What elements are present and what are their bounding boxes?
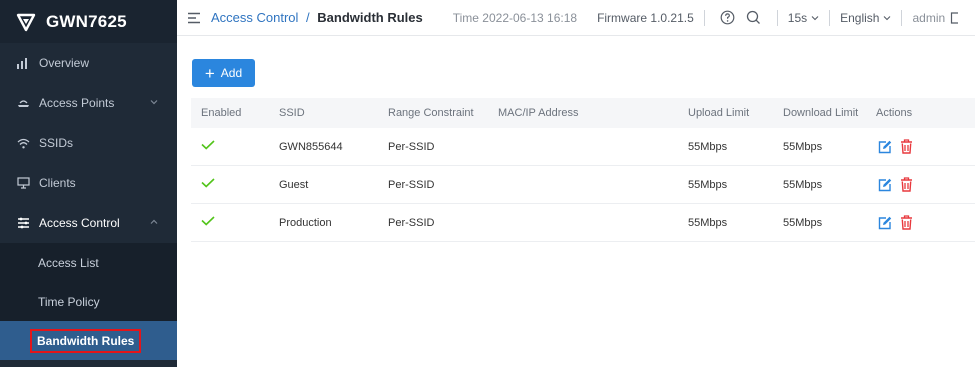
delete-icon[interactable] bbox=[900, 177, 913, 192]
cell-upload-limit: 55Mbps bbox=[688, 216, 728, 229]
menu-toggle-icon[interactable] bbox=[187, 12, 201, 24]
column-header-upload-limit: Upload Limit bbox=[688, 107, 750, 119]
sidebar-subitem-time-policy[interactable]: Time Policy bbox=[0, 282, 177, 321]
table-row: Production Per-SSID 55Mbps 55Mbps bbox=[191, 204, 975, 242]
system-time: Time 2022-06-13 16:18 bbox=[452, 10, 578, 25]
sidebar: GWN7625 Overview Access Points SSIDs Cli… bbox=[0, 0, 177, 367]
sidebar-item-access-points[interactable]: Access Points bbox=[0, 83, 177, 123]
cell-upload-limit: 55Mbps bbox=[688, 178, 728, 191]
top-header: Access Control / Bandwidth Rules Time 20… bbox=[177, 0, 975, 36]
grandstream-logo-icon bbox=[16, 13, 36, 31]
plus-icon: + bbox=[204, 63, 215, 83]
add-button-label: Add bbox=[220, 66, 243, 80]
header-divider bbox=[776, 9, 778, 26]
sidebar-subitem-label: Bandwidth Rules bbox=[30, 328, 142, 353]
bar-chart-icon bbox=[16, 56, 30, 70]
breadcrumb-current: Bandwidth Rules bbox=[317, 10, 423, 25]
search-icon[interactable] bbox=[746, 10, 762, 26]
header-divider bbox=[829, 9, 831, 26]
column-header-enabled: Enabled bbox=[201, 107, 242, 119]
breadcrumb-separator: / bbox=[306, 10, 310, 25]
cell-ssid: GWN855644 bbox=[279, 140, 343, 153]
sidebar-item-label: SSIDs bbox=[39, 136, 74, 150]
cell-download-limit: 55Mbps bbox=[783, 216, 823, 229]
header-divider bbox=[703, 9, 705, 26]
column-header-actions: Actions bbox=[876, 107, 913, 119]
cell-range-constraint: Per-SSID bbox=[388, 216, 435, 229]
row-actions bbox=[878, 215, 913, 230]
cell-range-constraint: Per-SSID bbox=[388, 178, 435, 191]
user-name: admin bbox=[912, 10, 946, 25]
wifi-icon bbox=[16, 136, 30, 150]
access-control-icon bbox=[16, 216, 30, 230]
column-header-mac-ip-address: MAC/IP Address bbox=[498, 107, 579, 119]
enabled-check-icon bbox=[201, 178, 215, 191]
sidebar-item-label: Access Points bbox=[39, 96, 115, 110]
enabled-check-icon bbox=[201, 140, 215, 153]
sidebar-item-label: Access Control bbox=[39, 216, 120, 230]
cell-upload-limit: 55Mbps bbox=[688, 140, 728, 153]
firmware-version: Firmware 1.0.21.5 bbox=[597, 10, 694, 25]
table-header: Enabled SSID Range Constraint MAC/IP Add… bbox=[191, 98, 975, 128]
help-icon[interactable] bbox=[720, 10, 736, 26]
logout-icon[interactable] bbox=[950, 11, 960, 24]
chevron-down-icon bbox=[884, 15, 891, 20]
sidebar-subitem-access-list[interactable]: Access List bbox=[0, 243, 177, 282]
sidebar-item-label: Overview bbox=[39, 56, 90, 70]
cell-download-limit: 55Mbps bbox=[783, 178, 823, 191]
cell-download-limit: 55Mbps bbox=[783, 140, 823, 153]
chevron-down-icon bbox=[811, 15, 819, 20]
refresh-interval-value: 15s bbox=[787, 10, 808, 25]
cell-ssid: Production bbox=[279, 216, 332, 229]
enabled-check-icon bbox=[201, 216, 215, 229]
delete-icon[interactable] bbox=[900, 139, 913, 154]
row-actions bbox=[878, 177, 913, 192]
chevron-down-icon bbox=[150, 100, 158, 105]
breadcrumb: Access Control / Bandwidth Rules bbox=[211, 10, 423, 25]
bandwidth-rules-table: Enabled SSID Range Constraint MAC/IP Add… bbox=[191, 98, 975, 242]
table-row: Guest Per-SSID 55Mbps 55Mbps bbox=[191, 166, 975, 204]
table-row: GWN855644 Per-SSID 55Mbps 55Mbps bbox=[191, 128, 975, 166]
row-actions bbox=[878, 139, 913, 154]
sidebar-item-access-control[interactable]: Access Control bbox=[0, 203, 177, 243]
sidebar-item-overview[interactable]: Overview bbox=[0, 43, 177, 83]
access-point-icon bbox=[16, 96, 30, 110]
sidebar-subitem-label: Access List bbox=[38, 255, 99, 270]
sidebar-subitem-bandwidth-rules[interactable]: Bandwidth Rules bbox=[0, 321, 177, 360]
refresh-interval-select[interactable]: 15s bbox=[788, 11, 819, 25]
sidebar-subitem-label: Time Policy bbox=[38, 294, 100, 309]
language-select[interactable]: English bbox=[840, 11, 891, 25]
column-header-ssid: SSID bbox=[279, 107, 305, 119]
language-value: English bbox=[840, 10, 880, 25]
brand-name: GWN7625 bbox=[46, 11, 127, 31]
sidebar-item-ssids[interactable]: SSIDs bbox=[0, 123, 177, 163]
clients-icon bbox=[16, 176, 30, 190]
breadcrumb-parent-link[interactable]: Access Control bbox=[211, 10, 298, 25]
header-divider bbox=[901, 9, 903, 26]
sidebar-item-label: Clients bbox=[39, 176, 76, 190]
edit-icon[interactable] bbox=[878, 178, 892, 192]
column-header-range-constraint: Range Constraint bbox=[388, 107, 474, 119]
chevron-up-icon bbox=[150, 219, 158, 224]
access-control-submenu: Access List Time Policy Bandwidth Rules bbox=[0, 243, 177, 360]
cell-range-constraint: Per-SSID bbox=[388, 140, 435, 153]
edit-icon[interactable] bbox=[878, 140, 892, 154]
column-header-download-limit: Download Limit bbox=[783, 107, 859, 119]
add-button[interactable]: + Add bbox=[192, 59, 255, 87]
user-menu[interactable]: admin bbox=[912, 11, 960, 25]
sidebar-item-clients[interactable]: Clients bbox=[0, 163, 177, 203]
delete-icon[interactable] bbox=[900, 215, 913, 230]
brand-header: GWN7625 bbox=[0, 0, 177, 43]
cell-ssid: Guest bbox=[279, 178, 309, 191]
edit-icon[interactable] bbox=[878, 216, 892, 230]
